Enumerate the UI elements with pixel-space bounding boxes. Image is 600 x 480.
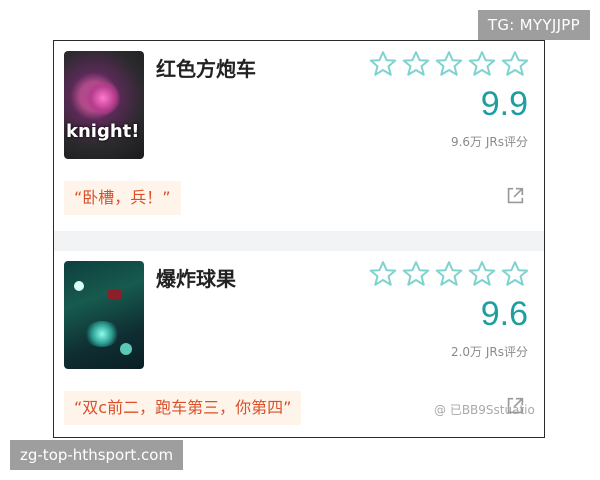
thumbnail-spark xyxy=(120,343,132,355)
thumbnail-spark xyxy=(84,321,120,347)
star-outline-icon[interactable] xyxy=(368,259,398,289)
card-title: 红色方炮车 xyxy=(156,57,256,81)
star-outline-icon[interactable] xyxy=(467,49,497,79)
thumbnail-overlay-text: knight! xyxy=(66,121,140,142)
star-rating[interactable] xyxy=(368,49,530,79)
star-outline-icon[interactable] xyxy=(368,49,398,79)
rating-card-1[interactable]: knight! 红色方炮车 9.9 9.6万 JRs评分 “卧槽，兵！” xyxy=(54,41,544,231)
thumbnail-glow xyxy=(86,81,120,115)
thumbnail-spark xyxy=(74,281,84,291)
star-outline-icon[interactable] xyxy=(467,259,497,289)
card-title: 爆炸球果 xyxy=(156,267,236,291)
thumbnail-spark xyxy=(108,289,122,299)
rating-card-2[interactable]: 爆炸球果 9.6 2.0万 JRs评分 “双c前二，跑车第三，你第四” @ 已B… xyxy=(54,251,544,437)
score-value: 9.6 xyxy=(480,295,528,333)
score-value: 9.9 xyxy=(480,85,528,123)
quote-text: “双c前二，跑车第三，你第四” xyxy=(64,391,302,425)
star-rating[interactable] xyxy=(368,259,530,289)
quote-text: “卧槽，兵！” xyxy=(64,181,181,215)
card-separator xyxy=(54,231,544,251)
card-thumbnail[interactable] xyxy=(64,261,144,369)
star-outline-icon[interactable] xyxy=(401,49,431,79)
ratings-panel: knight! 红色方炮车 9.9 9.6万 JRs评分 “卧槽，兵！” 爆炸球… xyxy=(53,40,545,438)
rating-count: 9.6万 JRs评分 xyxy=(450,135,528,149)
star-outline-icon[interactable] xyxy=(500,259,530,289)
rating-count: 2.0万 JRs评分 xyxy=(450,345,528,359)
star-outline-icon[interactable] xyxy=(434,259,464,289)
star-outline-icon[interactable] xyxy=(500,49,530,79)
share-icon[interactable] xyxy=(504,395,526,417)
card-thumbnail[interactable]: knight! xyxy=(64,51,144,159)
share-icon[interactable] xyxy=(504,185,526,207)
star-outline-icon[interactable] xyxy=(401,259,431,289)
url-badge: zg-top-hthsport.com xyxy=(10,440,184,470)
star-outline-icon[interactable] xyxy=(434,49,464,79)
tg-badge: TG: MYYJJPP xyxy=(477,10,590,40)
